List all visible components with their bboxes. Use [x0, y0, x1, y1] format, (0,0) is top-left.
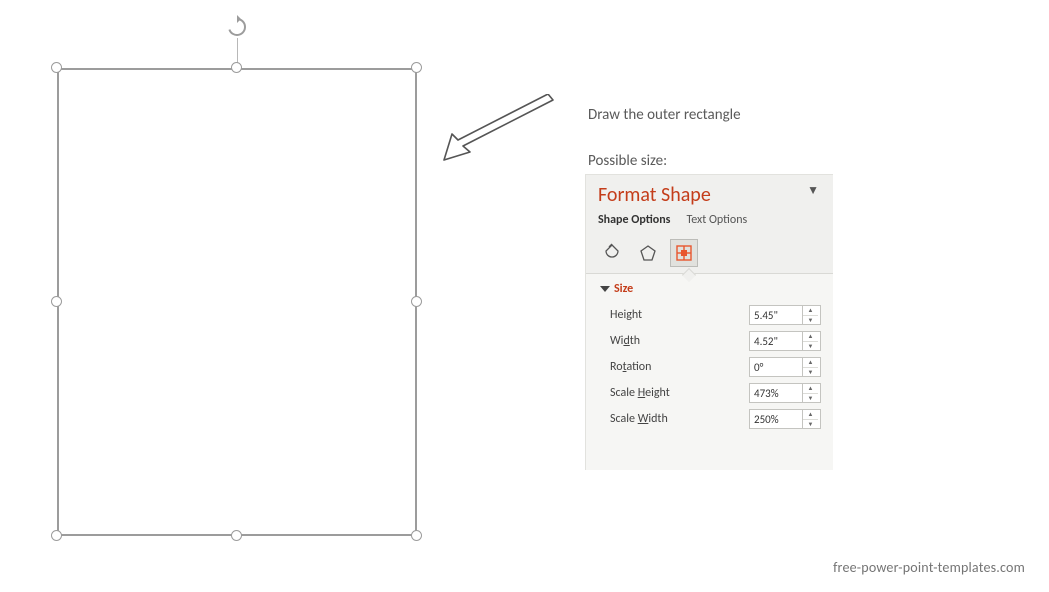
scale-height-spinner[interactable]: ▲ ▼: [749, 383, 821, 403]
resize-handle-se[interactable]: [411, 530, 422, 541]
resize-handle-w[interactable]: [51, 296, 62, 307]
arrow-annotation-icon: [438, 94, 563, 166]
prop-row-scale-width: Scale Width ▲ ▼: [600, 406, 821, 432]
selected-rectangle-shape[interactable]: [57, 68, 417, 536]
resize-handle-ne[interactable]: [411, 62, 422, 73]
rotation-step-down[interactable]: ▼: [803, 368, 818, 377]
size-properties-category-icon[interactable]: [670, 239, 698, 267]
width-step-down[interactable]: ▼: [803, 342, 818, 351]
category-row: [586, 237, 833, 273]
scale-width-step-up[interactable]: ▲: [803, 410, 818, 420]
resize-handle-sw[interactable]: [51, 530, 62, 541]
size-section: Size Height ▲ ▼ Width: [586, 274, 833, 470]
panel-title: Format Shape: [586, 175, 833, 211]
height-label: Height: [610, 308, 642, 322]
rotation-step-up[interactable]: ▲: [803, 358, 818, 368]
scale-width-spinner[interactable]: ▲ ▼: [749, 409, 821, 429]
watermark-text: free-power-point-templates.com: [833, 559, 1025, 576]
scale-width-input[interactable]: [750, 410, 802, 428]
panel-collapse-icon[interactable]: ▼: [807, 183, 819, 198]
rectangle-outline: [57, 68, 417, 536]
tab-text-options[interactable]: Text Options: [686, 213, 747, 227]
resize-handle-e[interactable]: [411, 296, 422, 307]
height-step-down[interactable]: ▼: [803, 316, 818, 325]
effects-category-icon[interactable]: [634, 239, 662, 267]
scale-width-step-down[interactable]: ▼: [803, 420, 818, 429]
collapse-triangle-icon: [600, 286, 610, 292]
rotation-spinner[interactable]: ▲ ▼: [749, 357, 821, 377]
prop-row-scale-height: Scale Height ▲ ▼: [600, 380, 821, 406]
scale-height-step-up[interactable]: ▲: [803, 384, 818, 394]
rotation-handle-icon[interactable]: [225, 15, 249, 39]
resize-handle-n[interactable]: [231, 62, 242, 73]
resize-handle-s[interactable]: [231, 530, 242, 541]
scale-height-step-down[interactable]: ▼: [803, 394, 818, 403]
size-section-label: Size: [614, 282, 633, 296]
format-shape-panel: Format Shape ▼ Shape Options Text Option…: [585, 174, 833, 470]
width-input[interactable]: [750, 332, 802, 350]
scale-height-input[interactable]: [750, 384, 802, 402]
width-step-up[interactable]: ▲: [803, 332, 818, 342]
size-section-header[interactable]: Size: [600, 282, 821, 302]
height-input[interactable]: [750, 306, 802, 324]
prop-row-rotation: Rotation ▲ ▼: [600, 354, 821, 380]
height-spinner[interactable]: ▲ ▼: [749, 305, 821, 325]
scale-width-label: Scale Width: [610, 412, 668, 426]
fill-line-category-icon[interactable]: [598, 239, 626, 267]
resize-handle-nw[interactable]: [51, 62, 62, 73]
instruction-line-1: Draw the outer rectangle: [588, 106, 741, 124]
width-spinner[interactable]: ▲ ▼: [749, 331, 821, 351]
width-label: Width: [610, 334, 640, 348]
prop-row-height: Height ▲ ▼: [600, 302, 821, 328]
scale-height-label: Scale Height: [610, 386, 670, 400]
rotation-label: Rotation: [610, 360, 651, 374]
height-step-up[interactable]: ▲: [803, 306, 818, 316]
rotation-input[interactable]: [750, 358, 802, 376]
instruction-line-2: Possible size:: [588, 152, 667, 170]
panel-tabs: Shape Options Text Options: [586, 211, 833, 237]
tab-shape-options[interactable]: Shape Options: [598, 213, 670, 227]
prop-row-width: Width ▲ ▼: [600, 328, 821, 354]
